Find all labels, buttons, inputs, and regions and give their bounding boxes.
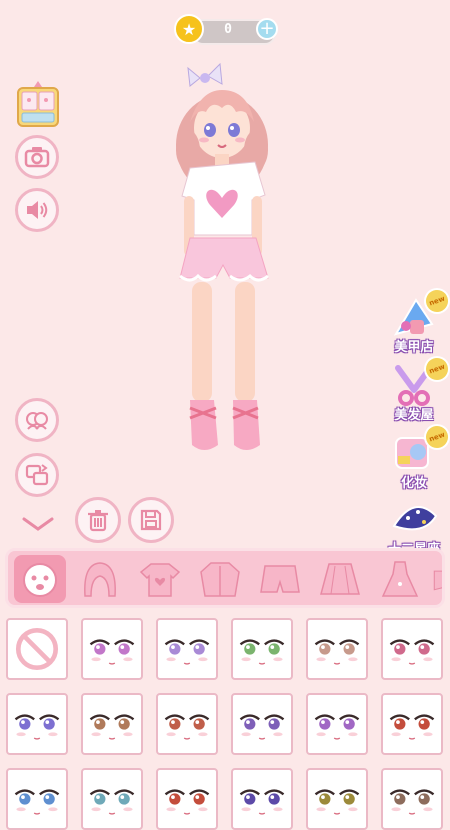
save-icon bbox=[140, 509, 162, 531]
tshirt-icon bbox=[139, 563, 181, 597]
sound-button[interactable] bbox=[15, 188, 59, 232]
eyes-icon bbox=[389, 639, 435, 665]
camera-icon bbox=[24, 147, 50, 168]
makeup-label: 化妆 bbox=[400, 476, 427, 491]
coin-counter: ★ 0 + bbox=[174, 14, 278, 45]
category-skirt[interactable] bbox=[314, 555, 366, 603]
eyes-icon bbox=[89, 714, 135, 740]
chevron-down-icon bbox=[22, 517, 54, 531]
speaker-icon bbox=[27, 201, 48, 219]
shoe-icon bbox=[433, 570, 442, 591]
skirt-icon bbox=[320, 563, 360, 595]
eyes-option[interactable] bbox=[231, 768, 293, 830]
eyes-icon bbox=[389, 714, 435, 740]
eyes-icon bbox=[314, 639, 360, 665]
eyes-icon bbox=[239, 714, 285, 740]
eyes-icon bbox=[239, 639, 285, 665]
eyes-icon bbox=[314, 789, 360, 815]
face-icon bbox=[23, 563, 57, 597]
camera-button[interactable] bbox=[15, 135, 59, 179]
collapse-arrow[interactable] bbox=[20, 514, 56, 534]
eyes-option[interactable] bbox=[306, 768, 368, 830]
character bbox=[160, 50, 290, 460]
dress-icon bbox=[381, 561, 419, 597]
eyes-option[interactable] bbox=[6, 768, 68, 830]
nail-salon-label: 美甲店 bbox=[394, 340, 434, 355]
eyes-option[interactable] bbox=[381, 618, 443, 680]
eyes-icon bbox=[89, 639, 135, 665]
prohibit-icon bbox=[15, 627, 59, 671]
zodiac-icon bbox=[392, 506, 438, 531]
eyes-option[interactable] bbox=[306, 693, 368, 755]
hair-salon-label: 美发屋 bbox=[394, 408, 434, 423]
eyes-option[interactable] bbox=[81, 693, 143, 755]
eyes-icon bbox=[89, 789, 135, 815]
makeup-button[interactable]: new 化妆 bbox=[382, 420, 450, 494]
faces-icon bbox=[26, 412, 48, 430]
eyes-icon bbox=[389, 789, 435, 815]
category-bar bbox=[5, 548, 445, 608]
eyes-option[interactable] bbox=[81, 768, 143, 830]
wardrobe-icon bbox=[17, 81, 59, 127]
eyes-option[interactable] bbox=[6, 693, 68, 755]
eyes-option[interactable] bbox=[81, 618, 143, 680]
trash-icon bbox=[88, 510, 108, 532]
eyes-icon bbox=[164, 639, 210, 665]
eyes-option[interactable] bbox=[156, 693, 218, 755]
wardrobe-button[interactable] bbox=[15, 80, 61, 130]
jacket-icon bbox=[200, 562, 240, 597]
item-grid bbox=[0, 618, 450, 830]
eyes-icon bbox=[239, 789, 285, 815]
shorts-icon bbox=[260, 565, 300, 593]
eyes-option[interactable] bbox=[306, 618, 368, 680]
eyes-icon bbox=[314, 714, 360, 740]
no-eyes-option[interactable] bbox=[6, 618, 68, 680]
add-coins-button[interactable]: + bbox=[256, 18, 278, 40]
eyes-option[interactable] bbox=[231, 618, 293, 680]
nail-salon-button[interactable]: new 美甲店 bbox=[382, 284, 450, 358]
category-hair[interactable] bbox=[74, 555, 126, 603]
coin-icon: ★ bbox=[174, 14, 204, 44]
eyes-icon bbox=[14, 789, 60, 815]
category-shoes[interactable] bbox=[430, 555, 442, 603]
eyes-icon bbox=[164, 714, 210, 740]
category-jacket[interactable] bbox=[194, 555, 246, 603]
swap-icon bbox=[25, 464, 49, 486]
hair-salon-button[interactable]: new 美发屋 bbox=[382, 352, 450, 426]
category-dress[interactable] bbox=[374, 555, 426, 603]
delete-button[interactable] bbox=[75, 497, 121, 543]
eyes-icon bbox=[14, 714, 60, 740]
hair-icon bbox=[84, 562, 116, 597]
eyes-option[interactable] bbox=[381, 693, 443, 755]
category-face[interactable] bbox=[14, 555, 66, 603]
eyes-option[interactable] bbox=[156, 768, 218, 830]
category-tshirt[interactable] bbox=[134, 555, 186, 603]
category-shorts[interactable] bbox=[254, 555, 306, 603]
friends-button[interactable] bbox=[15, 398, 59, 442]
eyes-option[interactable] bbox=[381, 768, 443, 830]
eyes-option[interactable] bbox=[231, 693, 293, 755]
swap-button[interactable] bbox=[15, 453, 59, 497]
coin-value: 0 bbox=[224, 22, 232, 37]
eyes-option[interactable] bbox=[156, 618, 218, 680]
eyes-icon bbox=[164, 789, 210, 815]
save-button[interactable] bbox=[128, 497, 174, 543]
